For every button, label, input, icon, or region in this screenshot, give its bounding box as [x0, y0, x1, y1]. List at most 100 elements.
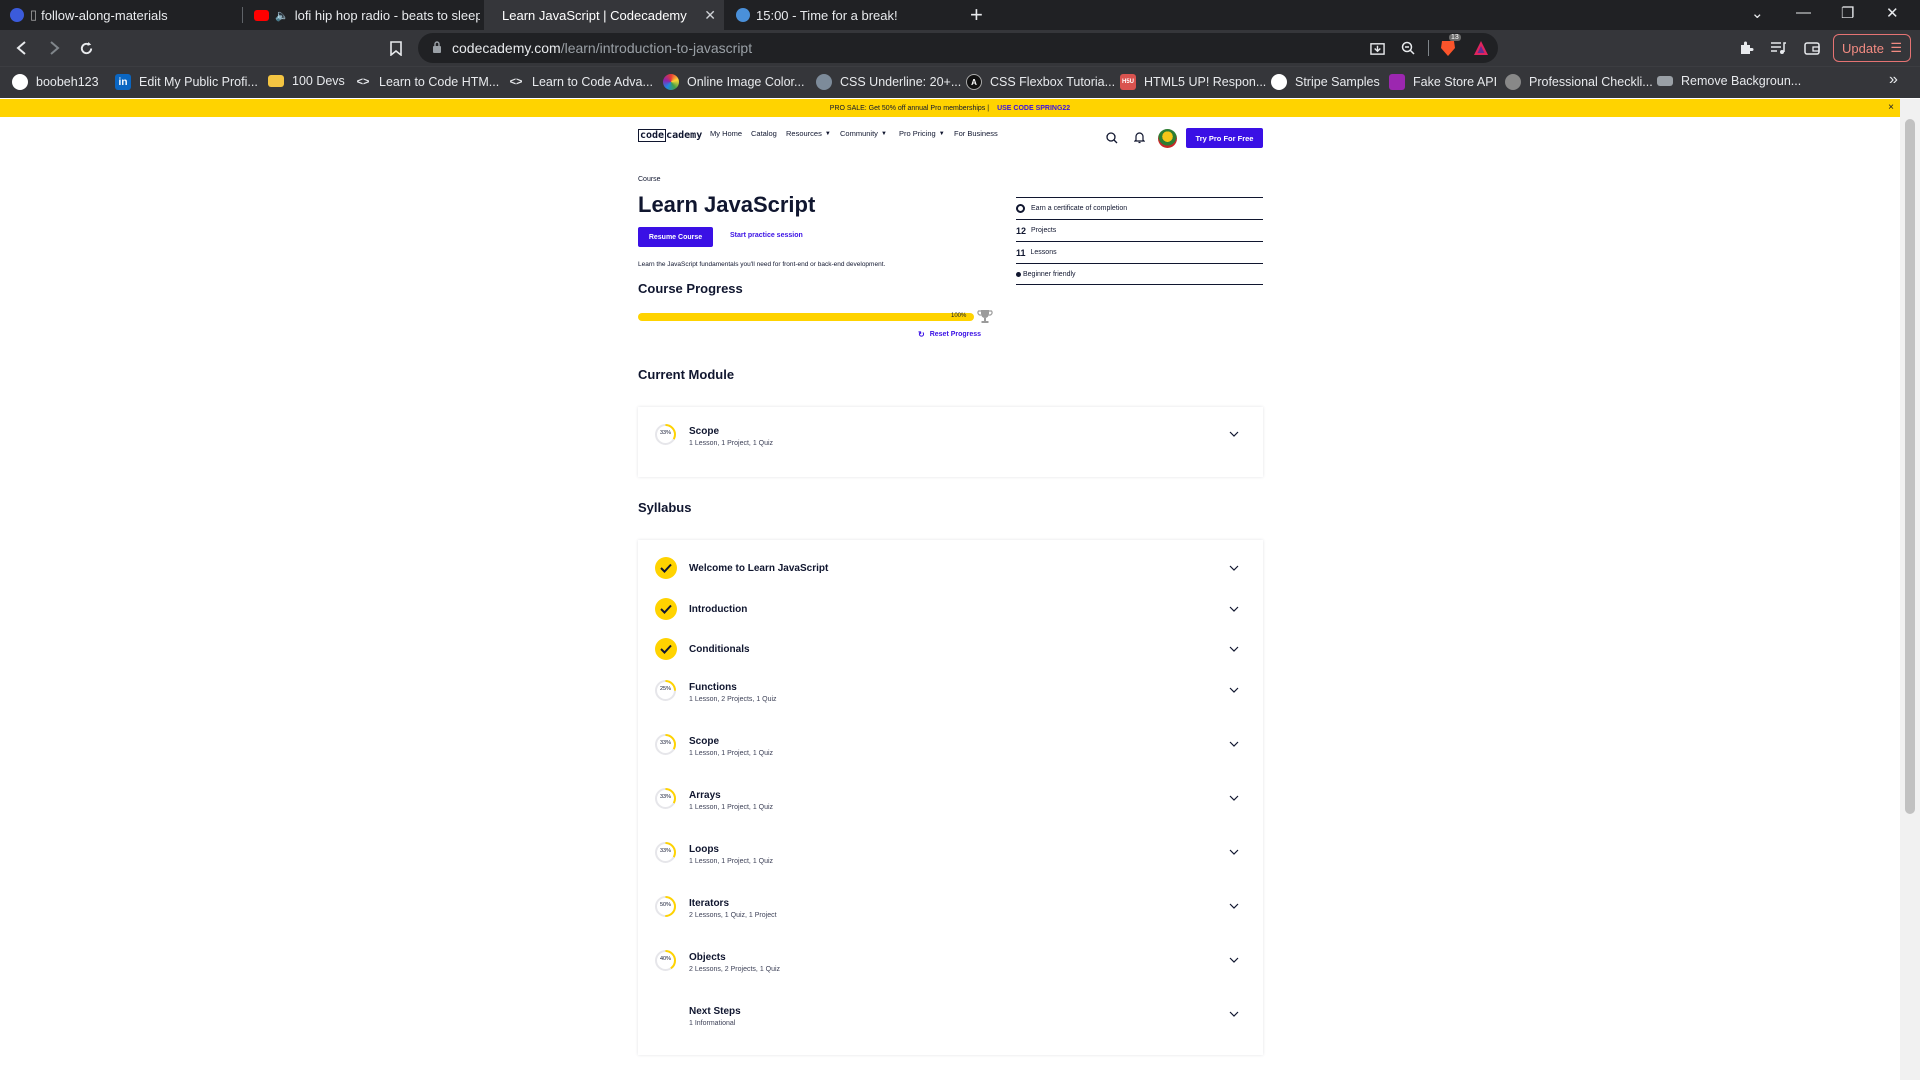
module-name: Scope: [689, 426, 720, 437]
current-module-row[interactable]: 33% Scope 1 Lesson, 1 Project, 1 Quiz: [638, 423, 1263, 463]
new-tab-plus-icon[interactable]: +: [970, 2, 983, 28]
promo-close-icon[interactable]: ×: [1888, 102, 1894, 113]
tab-title: Learn JavaScript | Codecademy: [502, 7, 687, 23]
breadcrumb[interactable]: Course: [638, 176, 661, 183]
tab-follow-along-materials[interactable]: ▯ follow-along-materials: [0, 0, 240, 30]
module-detail: 1 Lesson, 1 Project, 1 Quiz: [689, 750, 774, 757]
chevron-down-icon[interactable]: [1229, 1009, 1239, 1019]
tab-learn-javascript[interactable]: Learn JavaScript | Codecademy ✕: [484, 0, 724, 30]
chevron-down-icon[interactable]: [1229, 429, 1239, 439]
bookmark-item[interactable]: A CSS Flexbox Tutoria...: [966, 74, 1115, 90]
chevron-down-icon[interactable]: [1229, 604, 1239, 614]
chevron-down-icon[interactable]: [1229, 739, 1239, 749]
minimize-icon[interactable]: —: [1796, 4, 1811, 21]
tab-break-timer[interactable]: 15:00 - Time for a break!: [726, 0, 960, 30]
brave-rewards-icon[interactable]: [1470, 37, 1492, 59]
codecademy-logo[interactable]: code cademy: [638, 129, 702, 142]
brave-shields-icon[interactable]: 13: [1437, 34, 1461, 59]
bookmark-item[interactable]: 100 Devs: [268, 74, 345, 88]
syllabus-module-row[interactable]: 33% Arrays 1 Lesson, 1 Project, 1 Quiz: [638, 787, 1263, 827]
bookmark-item[interactable]: Remove Backgroun...: [1657, 74, 1801, 88]
nav-for-business[interactable]: For Business: [954, 129, 998, 138]
syllabus-module-row[interactable]: 40% Objects 2 Lessons, 2 Projects, 1 Quiz: [638, 949, 1263, 989]
chevron-down-icon[interactable]: [1229, 563, 1239, 573]
syllabus-module-row[interactable]: Next Steps 1 Informational: [638, 1003, 1263, 1043]
bookmark-item[interactable]: H5U HTML5 UP! Respon...: [1120, 74, 1266, 90]
resume-course-button[interactable]: Resume Course: [638, 227, 713, 247]
module-detail: 1 Lesson, 2 Projects, 1 Quiz: [689, 696, 777, 703]
syllabus-module-row[interactable]: Welcome to Learn JavaScript: [638, 557, 1263, 597]
bookmark-item[interactable]: in Edit My Public Profi...: [115, 74, 258, 90]
nav-community[interactable]: Community ▼: [840, 129, 887, 138]
module-name: Conditionals: [689, 644, 750, 655]
update-button[interactable]: Update ☰: [1833, 34, 1911, 62]
course-description: Learn the JavaScript fundamentals you'll…: [638, 261, 886, 268]
nav-resources[interactable]: Resources ▼: [786, 129, 831, 138]
css-site-icon: [816, 74, 832, 90]
syllabus-module-row[interactable]: 50% Iterators 2 Lessons, 1 Quiz, 1 Project: [638, 895, 1263, 935]
syllabus-module-row[interactable]: 25% Functions 1 Lesson, 2 Projects, 1 Quiz: [638, 679, 1263, 719]
syllabus-module-row[interactable]: Introduction: [638, 598, 1263, 638]
address-bar[interactable]: codecademy.com/learn/introduction-to-jav…: [418, 33, 1498, 63]
module-percent: 50%: [659, 902, 671, 908]
close-window-icon[interactable]: ✕: [1886, 4, 1899, 22]
bookmark-item[interactable]: CSS Underline: 20+...: [816, 74, 961, 90]
try-pro-button[interactable]: Try Pro For Free: [1186, 128, 1263, 148]
extensions-icon[interactable]: [1735, 37, 1757, 59]
syllabus-module-row[interactable]: Conditionals: [638, 638, 1263, 678]
caret-down-icon: ▼: [880, 130, 887, 137]
chevron-down-icon[interactable]: [1229, 793, 1239, 803]
install-app-icon[interactable]: [1366, 37, 1388, 59]
menu-icon[interactable]: ☰: [1890, 40, 1902, 56]
bookmark-item[interactable]: boobeh123: [12, 74, 99, 90]
page-scrollbar[interactable]: [1900, 99, 1920, 1080]
bookmark-item[interactable]: <> Learn to Code HTM...: [355, 74, 500, 90]
search-icon[interactable]: [1106, 132, 1118, 144]
forward-icon[interactable]: [43, 37, 65, 59]
start-practice-link[interactable]: Start practice session: [730, 232, 803, 239]
wallet-icon[interactable]: [1801, 37, 1823, 59]
bookmarks-overflow-icon[interactable]: »: [1889, 71, 1898, 89]
syllabus-module-row[interactable]: 33% Scope 1 Lesson, 1 Project, 1 Quiz: [638, 733, 1263, 773]
reload-icon[interactable]: [75, 37, 97, 59]
browser-toolbar: codecademy.com/learn/introduction-to-jav…: [0, 30, 1920, 66]
zoom-icon[interactable]: [1397, 37, 1419, 59]
chevron-down-icon[interactable]: [1229, 685, 1239, 695]
restore-icon[interactable]: ❐: [1841, 4, 1854, 22]
nav-my-home[interactable]: My Home: [710, 129, 742, 138]
module-percent: 33%: [659, 740, 671, 746]
chevron-down-icon[interactable]: [1229, 644, 1239, 654]
syllabus-module-row[interactable]: 33% Loops 1 Lesson, 1 Project, 1 Quiz: [638, 841, 1263, 881]
browser-tab-bar: ▯ follow-along-materials 🔈 lofi hip hop …: [0, 0, 1920, 30]
page-title: Learn JavaScript: [638, 192, 816, 217]
tab-title: follow-along-materials: [41, 7, 168, 23]
bell-icon[interactable]: [1134, 131, 1145, 144]
tab-lofi-radio[interactable]: 🔈 lofi hip hop radio - beats to sleep/: [244, 0, 480, 30]
reset-progress-link[interactable]: ↻ Reset Progress: [918, 330, 981, 339]
bookmark-item[interactable]: Stripe Samples: [1271, 74, 1380, 90]
scrollbar-thumb[interactable]: [1905, 119, 1915, 814]
nav-catalog[interactable]: Catalog: [751, 129, 777, 138]
back-icon[interactable]: [11, 37, 33, 59]
promo-code-link[interactable]: USE CODE SPRING22: [997, 105, 1070, 112]
nav-pro-pricing[interactable]: Pro Pricing ▼: [899, 129, 945, 138]
tab-search-chevron-icon[interactable]: ⌄: [1751, 4, 1764, 22]
bookmark-item[interactable]: Professional Checkli...: [1505, 74, 1653, 90]
current-module-heading: Current Module: [638, 367, 735, 382]
bookmark-icon[interactable]: [385, 37, 407, 59]
media-controls-icon[interactable]: [1767, 37, 1789, 59]
module-name: Functions: [689, 682, 737, 693]
close-tab-icon[interactable]: ✕: [704, 7, 716, 24]
checklist-site-icon: [1505, 74, 1521, 90]
fact-lessons: 11 Lessons: [1016, 241, 1263, 263]
chevron-down-icon[interactable]: [1229, 847, 1239, 857]
chevron-down-icon[interactable]: [1229, 901, 1239, 911]
bookmark-item[interactable]: <> Learn to Code Adva...: [508, 74, 653, 90]
bookmark-item[interactable]: Fake Store API: [1389, 74, 1497, 90]
complete-check-icon: [655, 557, 677, 579]
chevron-down-icon[interactable]: [1229, 955, 1239, 965]
github-favicon-icon: [10, 8, 24, 22]
bookmark-item[interactable]: Online Image Color...: [663, 74, 804, 90]
syllabus-card: Welcome to Learn JavaScript Introduction C…: [638, 540, 1263, 1055]
avatar[interactable]: [1158, 129, 1177, 148]
